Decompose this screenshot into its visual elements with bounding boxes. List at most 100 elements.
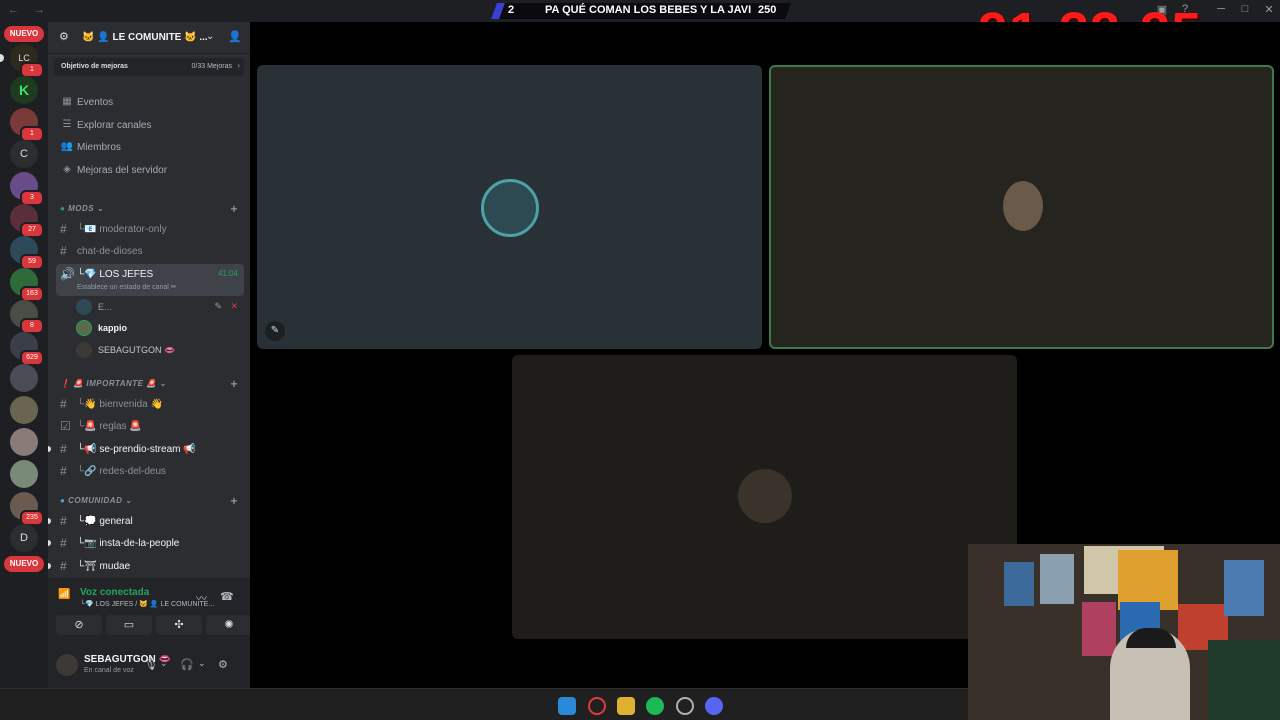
participant-tile[interactable]: ✎ (257, 65, 762, 349)
voice-location[interactable]: └💎 LOS JEFES / 🐱 👤 LE COMUNITE... (80, 600, 214, 608)
avatar (76, 320, 92, 336)
chevron-down-icon[interactable]: ⌄ (198, 658, 206, 669)
soundboard-button[interactable]: ✺ (206, 615, 252, 635)
channel-se-prendio-stream[interactable]: # └📢 se-prendio-stream 📢 (56, 439, 244, 459)
voice-channel-los-jefes[interactable]: 🔊 └💎 LOS JEFES 41:04 Establece un estado… (56, 264, 244, 296)
voice-status[interactable]: Voz conectada (80, 587, 149, 598)
category-importante[interactable]: ❗ 🚨 IMPORTANTE 🚨 ⌄ + (60, 377, 244, 393)
streamer-webcam (968, 544, 1280, 720)
server-header[interactable]: ⚙ 🐱 👤 LE COMUNITE 🐱 ... ⌄ 👤 (48, 22, 250, 54)
nav-explore-channels[interactable]: ☰ Explorar canales (58, 116, 244, 136)
server-icon[interactable]: 235 (10, 492, 44, 526)
screen-share-button[interactable]: ▭ (106, 615, 152, 635)
unread-indicator (48, 518, 51, 524)
channel-insta-de-la-people[interactable]: # └📷 insta-de-la-people (56, 533, 244, 553)
mic-muted-icon: ✎ (214, 301, 222, 311)
windows-start-icon[interactable] (558, 697, 576, 715)
server-icon[interactable]: 629 (10, 332, 44, 366)
hash-icon: # (60, 397, 67, 411)
channel-bienvenida[interactable]: # └👋 bienvenida 👋 (56, 394, 244, 414)
user-panel: SEBAGUTGON 👄 En canal de voz 🎙 ⌄ 🎧 ⌄ ⚙ (48, 642, 250, 688)
voice-user[interactable]: SEBAGUTGON 👄 (76, 340, 244, 360)
opera-icon[interactable] (588, 697, 606, 715)
category-comunidad[interactable]: ● COMUNIDAD ⌄ + (60, 494, 244, 510)
boost-goal-label: Objetivo de mejoras (61, 63, 128, 70)
server-icon[interactable]: 59 (10, 236, 44, 270)
server-icon[interactable]: 1 (10, 108, 44, 142)
avatar[interactable] (56, 654, 78, 676)
maximize-icon[interactable]: □ (1238, 3, 1252, 17)
nav-server-boosts[interactable]: ◈ Mejoras del servidor (58, 161, 244, 181)
hash-icon: # (60, 244, 67, 258)
headphones-icon[interactable]: 🎧 (180, 658, 194, 671)
minimize-icon[interactable]: ─ (1214, 3, 1228, 17)
invite-icon[interactable]: 👤 (228, 30, 242, 43)
server-icon[interactable] (10, 460, 38, 488)
server-icon-kick[interactable]: K (10, 76, 38, 104)
server-icon[interactable]: 8 (10, 300, 44, 334)
channel-mudae[interactable]: # └⛩ mudae (56, 556, 244, 576)
voice-user[interactable]: E... ✎ ✕ (76, 297, 244, 317)
channel-reglas[interactable]: ☑ └🚨 reglas 🚨 (56, 416, 244, 436)
camera-button[interactable]: ⊘ (56, 615, 102, 635)
server-icon[interactable]: C (10, 140, 38, 168)
chevron-down-icon[interactable]: ⌄ (206, 31, 214, 42)
server-icon[interactable] (10, 396, 38, 424)
activities-button[interactable]: ✣ (156, 615, 202, 635)
close-icon[interactable]: ✕ (1262, 3, 1276, 17)
overlay-title: PA QUÉ COMAN LOS BEBES Y LA JAVI (545, 4, 752, 16)
server-icon[interactable]: 27 (10, 204, 44, 238)
server-icon[interactable] (10, 428, 38, 456)
server-icon[interactable]: LC 1 (10, 44, 44, 78)
hash-icon: # (60, 536, 67, 550)
nav-events[interactable]: ▦ Eventos (58, 93, 244, 113)
app-icon[interactable] (676, 697, 694, 715)
overlay-right-number: 250 (758, 4, 777, 16)
participant-avatar (738, 469, 792, 523)
channel-general[interactable]: # └💭 general (56, 511, 244, 531)
voice-user[interactable]: kappio (76, 318, 244, 338)
discord-icon[interactable] (705, 697, 723, 715)
signal-icon[interactable]: 📶 (58, 589, 72, 603)
category-mods[interactable]: ● MODS ⌄ + (60, 202, 244, 218)
compass-icon: ☰ (62, 119, 72, 130)
noise-suppression-icon[interactable]: 〰 (196, 590, 207, 606)
server-icon[interactable]: D (10, 524, 38, 552)
settings-icon[interactable]: ⚙ (59, 30, 69, 43)
taskbar (0, 688, 968, 720)
chevron-right-icon: › (237, 61, 240, 70)
nav-members[interactable]: 👥 Miembros (58, 138, 244, 158)
server-icon[interactable]: 163 (10, 268, 44, 302)
participant-avatar (1003, 181, 1043, 231)
participant-tile[interactable] (512, 355, 1017, 639)
new-badge: NUEVO (4, 556, 44, 572)
channel-status[interactable]: Establece un estado de canal ✏ (77, 283, 177, 291)
circle-icon: ● (60, 204, 66, 213)
unread-indicator (48, 563, 51, 569)
deafened-icon: ✕ (230, 301, 238, 311)
hash-icon: # (60, 559, 67, 573)
add-channel-icon[interactable]: + (230, 494, 238, 508)
boost-goal-bar[interactable]: Objetivo de mejoras 0/33 Mejoras › (54, 58, 244, 76)
server-icon[interactable] (10, 364, 38, 392)
participant-tile-speaking[interactable] (769, 65, 1274, 349)
members-icon: 👥 (60, 141, 74, 152)
history-nav[interactable]: ← → (8, 4, 51, 16)
spotify-icon[interactable] (646, 697, 664, 715)
add-channel-icon[interactable]: + (230, 377, 238, 391)
boost-icon: ◈ (63, 164, 71, 175)
channel-moderator-only[interactable]: # └📧 moderator-only (56, 219, 244, 239)
circle-icon: ● (60, 496, 66, 505)
add-channel-icon[interactable]: + (230, 202, 238, 216)
voice-connection-panel: 📶 Voz conectada └💎 LOS JEFES / 🐱 👤 LE CO… (48, 578, 252, 642)
hash-icon: # (60, 442, 67, 456)
server-icon[interactable]: 3 (10, 172, 44, 206)
chevron-down-icon[interactable]: ⌄ (160, 658, 168, 669)
channel-redes-del-deus[interactable]: # └🔗 redes-del-deus (56, 461, 244, 481)
settings-icon[interactable]: ⚙ (218, 658, 228, 671)
disconnect-icon[interactable]: ☎ (220, 590, 234, 603)
channel-chat-de-dioses[interactable]: # chat-de-dioses (56, 241, 244, 261)
participant-avatar (481, 179, 539, 237)
microphone-icon[interactable]: 🎙 (144, 658, 158, 671)
file-explorer-icon[interactable] (617, 697, 635, 715)
